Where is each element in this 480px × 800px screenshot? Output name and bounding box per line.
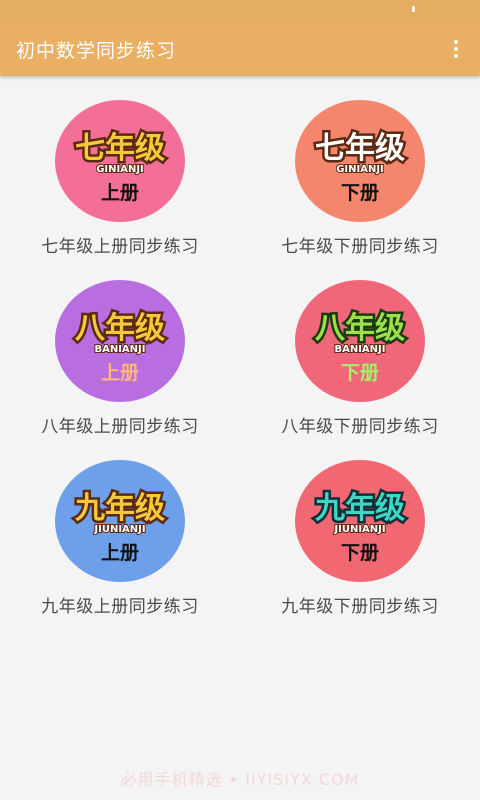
badge-grade-text: 八年级 <box>315 311 405 346</box>
badge-pinyin-text: JIUNIANJI <box>93 524 145 535</box>
book-label[interactable]: 八年级下册同步练习 <box>240 412 480 437</box>
more-vert-icon[interactable] <box>442 34 470 64</box>
badge-grade-text: 九年级 <box>75 491 165 526</box>
badge-volume-text: 下册 <box>341 542 379 564</box>
badge-pinyin-text: GINIANJI <box>336 164 384 175</box>
badge-pinyin-text: BANIANJI <box>334 344 385 355</box>
grade-badge[interactable]: 七年级 GINIANJI 上册 <box>55 100 185 222</box>
book-card-grade9-vol2[interactable]: 九年级 JIUNIANJI 下册 九年级下册同步练习 <box>240 460 480 628</box>
badge-pinyin-text: BANIANJI <box>94 344 145 355</box>
book-card-grade7-vol1[interactable]: 七年级 GINIANJI 上册 七年级上册同步练习 <box>0 100 240 268</box>
grade-badge[interactable]: 八年级 BANIANJI 下册 <box>295 280 425 402</box>
book-card-grade8-vol2[interactable]: 八年级 BANIANJI 下册 八年级下册同步练习 <box>240 280 480 448</box>
status-indicator-icon <box>412 6 415 12</box>
badge-pinyin-text: GINIANJI <box>96 164 144 175</box>
app-bar: 初中数学同步练习 <box>0 22 480 76</box>
badge-grade-text: 七年级 <box>315 131 405 166</box>
grade-badge[interactable]: 九年级 JIUNIANJI 下册 <box>295 460 425 582</box>
grade-badge[interactable]: 八年级 BANIANJI 上册 <box>55 280 185 402</box>
book-label[interactable]: 七年级上册同步练习 <box>0 232 240 257</box>
book-label[interactable]: 七年级下册同步练习 <box>240 232 480 257</box>
badge-volume-text: 上册 <box>101 362 139 384</box>
badge-volume-text: 上册 <box>101 182 139 204</box>
badge-grade-text: 八年级 <box>75 311 165 346</box>
badge-volume-text: 上册 <box>101 542 139 564</box>
badge-grade-text: 九年级 <box>315 491 405 526</box>
book-label[interactable]: 九年级上册同步练习 <box>0 592 240 617</box>
grade-badge[interactable]: 七年级 GINIANJI 下册 <box>295 100 425 222</box>
app-title: 初中数学同步练习 <box>16 40 177 62</box>
book-label[interactable]: 八年级上册同步练习 <box>0 412 240 437</box>
book-card-grade9-vol1[interactable]: 九年级 JIUNIANJI 上册 九年级上册同步练习 <box>0 460 240 628</box>
badge-pinyin-text: JIUNIANJI <box>333 524 385 535</box>
watermark: 必用手机精选 • IIYISIYX.COM <box>120 770 360 789</box>
grade-badge[interactable]: 九年级 JIUNIANJI 上册 <box>55 460 185 582</box>
badge-volume-text: 下册 <box>341 182 379 204</box>
book-label[interactable]: 九年级下册同步练习 <box>240 592 480 617</box>
badge-volume-text: 下册 <box>341 362 379 384</box>
book-card-grade7-vol2[interactable]: 七年级 GINIANJI 下册 七年级下册同步练习 <box>240 100 480 268</box>
badge-grade-text: 七年级 <box>75 131 165 166</box>
status-bar <box>0 0 480 22</box>
book-card-grade8-vol1[interactable]: 八年级 BANIANJI 上册 八年级上册同步练习 <box>0 280 240 448</box>
